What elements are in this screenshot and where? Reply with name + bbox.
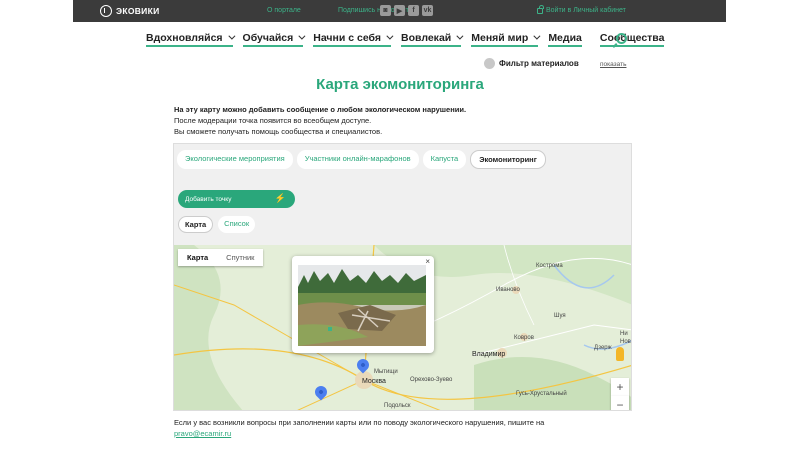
main-nav: Вдохновляйся Обучайся Начни с себя Вовле…	[146, 31, 674, 47]
logo-text: ЭКОВИКИ	[116, 6, 160, 16]
nav-item-engage[interactable]: Вовлекай	[401, 31, 464, 47]
chevron-down-icon	[298, 32, 306, 40]
contact-email-link[interactable]: pravo@ecamir.ru	[174, 429, 231, 438]
tab-kapusta[interactable]: Капуста	[422, 150, 467, 169]
tab-map[interactable]: Карта	[178, 216, 214, 233]
close-icon[interactable]: ×	[425, 257, 430, 266]
category-tabs: Экологические мероприятия Участники онла…	[177, 150, 546, 169]
footer-text: Если у вас возникли вопросы при заполнен…	[174, 417, 544, 439]
intro-bold: На эту карту можно добавить сообщение о …	[174, 105, 467, 114]
nav-item-label: Вдохновляйся	[146, 31, 223, 44]
intro-line-2: После модерации точка появится во всеобщ…	[174, 116, 372, 125]
tab-ecomonitoring[interactable]: Экомониторинг	[470, 150, 546, 169]
footer-message: Если у вас возникли вопросы при заполнен…	[174, 418, 545, 427]
map-type-toggle: Карта Спутник	[178, 249, 264, 266]
map-city-label: Владимир	[472, 351, 506, 358]
zoom-out-button[interactable]: −	[611, 396, 629, 410]
social-links: ◙ ▶ f vk	[380, 5, 433, 16]
page-title: Карта экомониторинга	[316, 76, 484, 93]
map-city-label: Орехово-Зуево	[410, 377, 453, 383]
nav-item-learn[interactable]: Обучайся	[242, 31, 306, 47]
map-popup: ×	[292, 256, 434, 353]
map-city-label: Нов	[620, 339, 631, 345]
map-city-label: Дзерж	[594, 345, 612, 351]
map[interactable]: Карта Спутник Иваново Владимир Москва Ко…	[174, 245, 631, 410]
cabinet-label: Войти в Личный кабинет	[546, 7, 626, 14]
map-city-label: Ковров	[514, 335, 534, 341]
tab-list[interactable]: Список	[218, 216, 256, 233]
map-city-label: Иваново	[496, 287, 520, 293]
nav-item-label: Обучайся	[242, 31, 294, 44]
map-widget: Экологические мероприятия Участники онла…	[173, 143, 632, 411]
nav-item-change[interactable]: Меняй мир	[471, 31, 541, 47]
search-icon[interactable]	[616, 33, 627, 44]
page: ЭКОВИКИ О портале Подпишись на новости ◙…	[0, 0, 800, 450]
instagram-icon[interactable]: ◙	[380, 5, 391, 16]
zoom-in-button[interactable]: +	[611, 378, 629, 396]
youtube-icon[interactable]: ▶	[394, 5, 405, 16]
view-tabs: Карта Список	[178, 216, 256, 233]
tab-marathon[interactable]: Участники онлайн-марафонов	[296, 150, 419, 169]
report-photo[interactable]	[298, 265, 426, 346]
map-city-label: Ни	[620, 331, 628, 337]
intro-text: На эту карту можно добавить сообщение о …	[174, 104, 466, 137]
add-point-label: Добавить точку	[185, 195, 232, 203]
lightning-icon: ⚡	[274, 193, 286, 203]
nav-item-label: Медиа	[548, 31, 582, 44]
map-type-map[interactable]: Карта	[178, 249, 217, 266]
nav-item-label: Вовлекай	[401, 31, 452, 44]
chevron-down-icon	[456, 32, 464, 40]
chevron-down-icon	[386, 32, 394, 40]
facebook-icon[interactable]: f	[408, 5, 419, 16]
cabinet-link[interactable]: Войти в Личный кабинет	[537, 4, 626, 14]
map-city-label: Шуя	[554, 313, 566, 319]
map-city-label: Москва	[362, 378, 386, 385]
map-city-label: Подольск	[384, 403, 411, 409]
vk-icon[interactable]: vk	[422, 5, 433, 16]
street-view-icon[interactable]	[616, 347, 624, 361]
photo-image	[298, 265, 426, 346]
map-city-label: Мытищи	[374, 369, 398, 375]
tab-eco-events[interactable]: Экологические мероприятия	[177, 150, 293, 169]
chevron-down-icon	[533, 32, 541, 40]
logo-icon	[100, 5, 112, 17]
nav-item-label: Начни с себя	[313, 31, 381, 44]
filter-label: Фильтр материалов	[499, 59, 579, 68]
map-type-satellite[interactable]: Спутник	[217, 249, 263, 266]
nav-item-media[interactable]: Медиа	[548, 32, 582, 47]
nav-item-label: Меняй мир	[471, 31, 529, 44]
map-city-label: Кострома	[536, 263, 563, 269]
logo[interactable]: ЭКОВИКИ	[100, 5, 160, 17]
nav-item-communities[interactable]: Сообщества	[599, 31, 665, 47]
nav-item-start[interactable]: Начни с себя	[313, 31, 394, 47]
filter-show-link[interactable]: показать	[600, 61, 626, 68]
map-city-label: Гусь-Хрустальный	[516, 391, 567, 397]
add-point-button[interactable]: Добавить точку ⚡	[178, 190, 295, 208]
about-link[interactable]: О портале	[267, 7, 301, 14]
nav-item-label: Сообщества	[599, 31, 665, 44]
filter-icon	[484, 58, 495, 69]
lock-icon	[537, 4, 544, 14]
nav-item-inspire[interactable]: Вдохновляйся	[146, 31, 235, 47]
filter-materials[interactable]: Фильтр материалов	[484, 58, 579, 69]
intro-line-3: Вы сможете получать помощь сообщества и …	[174, 127, 383, 136]
chevron-down-icon	[227, 32, 235, 40]
